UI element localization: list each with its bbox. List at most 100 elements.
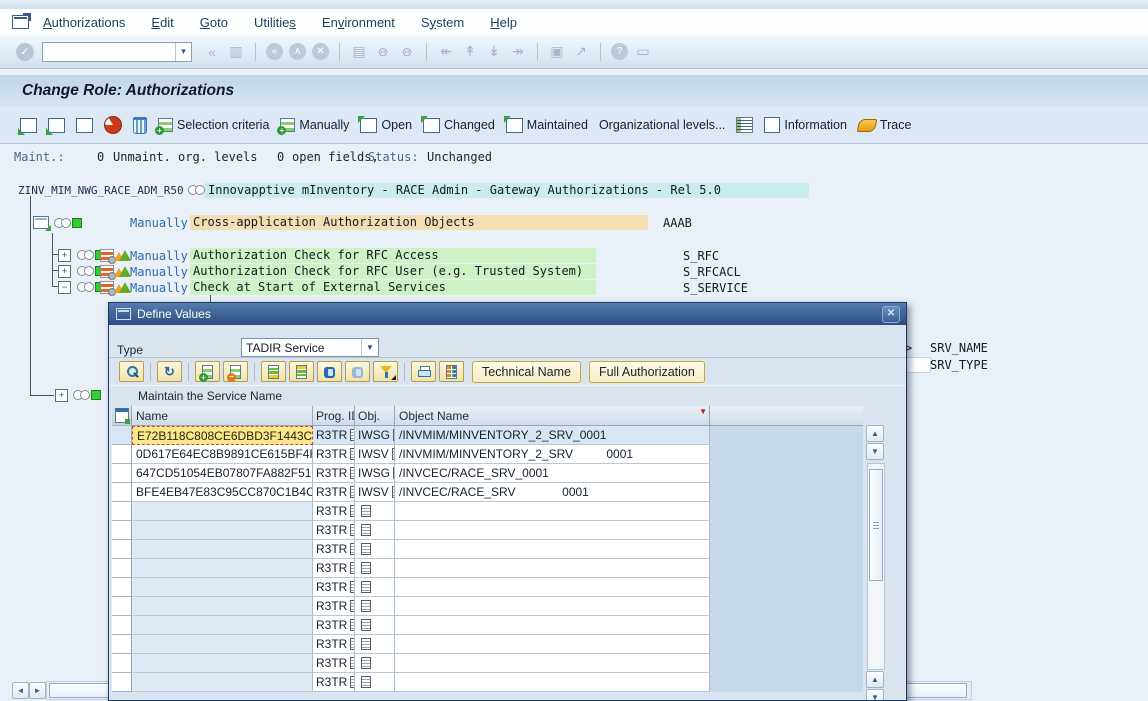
name-cell[interactable] — [132, 521, 313, 540]
name-cell[interactable] — [132, 540, 313, 559]
menu-item-edit[interactable]: Edit — [151, 15, 173, 30]
column-header-obj-[interactable]: Obj. — [355, 406, 395, 426]
create-shortcut-icon[interactable]: ↗ — [571, 42, 591, 62]
object-name-cell[interactable]: /INVMIM/MINVENTORY_2_SRV 0001 — [395, 445, 710, 464]
close-icon[interactable]: ✕ — [882, 306, 900, 323]
back-icon[interactable]: « — [266, 43, 283, 60]
scroll-left-icon[interactable]: ◄ — [12, 682, 29, 699]
row-selector-cell[interactable] — [112, 578, 132, 597]
filter-icon[interactable] — [373, 361, 398, 382]
object-name-cell[interactable] — [395, 597, 710, 616]
obj-cell[interactable] — [355, 597, 395, 616]
vertical-scrollbar-thumb[interactable] — [869, 469, 883, 581]
row-selector-cell[interactable] — [112, 483, 132, 502]
prog-id-cell[interactable]: R3TR — [313, 426, 355, 445]
object-expander-icon[interactable]: + — [58, 265, 71, 278]
customize-layout-icon[interactable]: ▭ — [633, 42, 653, 62]
command-input[interactable] — [43, 44, 175, 60]
prog-id-cell[interactable]: R3TR — [313, 540, 355, 559]
row-selector-cell[interactable] — [112, 559, 132, 578]
changed-button[interactable]: Changed — [423, 118, 495, 133]
prog-id-cell[interactable]: R3TR — [313, 445, 355, 464]
prog-id-cell[interactable]: R3TR — [313, 483, 355, 502]
obj-cell[interactable]: IWSV — [355, 483, 395, 502]
object-name-cell[interactable]: /INVCEC/RACE_SRV 0001 — [395, 483, 710, 502]
expand-node-icon[interactable] — [20, 118, 37, 133]
row-selector-cell[interactable] — [112, 426, 132, 445]
obj-cell[interactable]: IWSG — [355, 464, 395, 483]
choose-detail-icon[interactable] — [119, 361, 144, 382]
prog-id-cell[interactable]: R3TR — [313, 559, 355, 578]
menu-item-environment[interactable]: Environment — [322, 15, 395, 30]
row-selector-cell[interactable] — [112, 464, 132, 483]
up-icon[interactable]: ∧ — [289, 43, 306, 60]
organizational-levels-button[interactable]: Organizational levels... — [599, 118, 725, 132]
document-icon[interactable] — [361, 505, 371, 517]
filter-dropdown-caret[interactable] — [391, 375, 396, 380]
trace-button[interactable]: Trace — [858, 118, 912, 132]
name-cell[interactable] — [132, 654, 313, 673]
obj-cell[interactable] — [355, 673, 395, 692]
object-expander-icon[interactable]: + — [58, 249, 71, 262]
object-maintenance-mode[interactable]: Manually — [130, 265, 188, 279]
object-name-cell[interactable] — [395, 635, 710, 654]
collapse-node-icon[interactable] — [48, 118, 65, 133]
scroll-right-icon[interactable]: ► — [29, 682, 46, 699]
row-selector-cell[interactable] — [112, 597, 132, 616]
select-all-icon[interactable] — [115, 408, 129, 423]
dialog-title-bar[interactable]: Define Values ✕ — [109, 303, 906, 325]
row-selector-cell[interactable] — [112, 445, 132, 464]
overview-icon[interactable] — [736, 117, 753, 133]
row-selector-cell[interactable] — [112, 616, 132, 635]
delete-row-icon[interactable] — [223, 361, 248, 382]
insert-row-icon[interactable] — [195, 361, 220, 382]
exit-icon[interactable]: ✕ — [312, 43, 329, 60]
object-name-cell[interactable] — [395, 521, 710, 540]
print-icon[interactable]: ▤ — [349, 42, 369, 62]
change-icon[interactable] — [100, 281, 114, 294]
obj-cell[interactable] — [355, 502, 395, 521]
scroll-down-bottom-icon[interactable]: ▼ — [866, 689, 884, 701]
role-id[interactable]: ZINV_MIM_NWG_RACE_ADM_R50 — [18, 184, 184, 197]
row-selector-cell[interactable] — [112, 540, 132, 559]
grid-layout-icon[interactable] — [439, 361, 464, 382]
find-next-icon[interactable]: ꙫ — [397, 42, 417, 62]
save-icon[interactable]: ▥ — [226, 42, 246, 62]
document-icon[interactable] — [361, 676, 371, 688]
name-cell[interactable] — [132, 578, 313, 597]
name-cell[interactable] — [132, 635, 313, 654]
class-maintenance-mode[interactable]: Manually — [130, 216, 188, 230]
object-name-cell[interactable]: /INVCEC/RACE_SRV_0001 — [395, 464, 710, 483]
class-folder-icon[interactable] — [33, 216, 49, 229]
object-text[interactable]: Authorization Check for RFC Access — [190, 248, 596, 263]
command-field[interactable]: ▼ — [42, 42, 192, 62]
prog-id-cell[interactable]: R3TR — [313, 616, 355, 635]
refresh-icon[interactable]: ↻ — [157, 361, 182, 382]
change-icon[interactable] — [100, 265, 114, 278]
sort-ascending-icon[interactable] — [261, 361, 286, 382]
document-icon[interactable] — [361, 581, 371, 593]
full-authorization-button[interactable]: Full Authorization — [589, 361, 705, 383]
obj-cell[interactable]: IWSG — [355, 426, 395, 445]
obj-cell[interactable] — [355, 521, 395, 540]
object-name-cell[interactable] — [395, 578, 710, 597]
collapse-command-icon[interactable]: « — [202, 42, 222, 62]
obj-cell[interactable]: IWSV — [355, 445, 395, 464]
maintained-button[interactable]: Maintained — [506, 118, 588, 133]
prog-id-cell[interactable]: R3TR — [313, 654, 355, 673]
object-name-cell[interactable] — [395, 502, 710, 521]
object-expander-icon[interactable]: − — [58, 281, 71, 294]
scroll-up-bottom-icon[interactable]: ▲ — [866, 671, 884, 688]
find-next-icon[interactable] — [345, 361, 370, 382]
object-text[interactable]: Check at Start of External Services — [190, 280, 596, 295]
command-dropdown-icon[interactable]: ▼ — [175, 43, 191, 61]
object-text[interactable]: Authorization Check for RFC User (e.g. T… — [190, 264, 596, 279]
object-name-cell[interactable] — [395, 654, 710, 673]
name-cell[interactable] — [132, 597, 313, 616]
name-cell[interactable]: 647CD51054EB07807FA882F5125B6F — [132, 464, 313, 483]
name-cell[interactable] — [132, 502, 313, 521]
name-cell[interactable]: 0D617E64EC8B9891CE615BF4F640E5 — [132, 445, 313, 464]
last-page-icon[interactable]: ↠ — [508, 42, 528, 62]
row-selector-cell[interactable] — [112, 502, 132, 521]
prog-id-cell[interactable]: R3TR — [313, 464, 355, 483]
